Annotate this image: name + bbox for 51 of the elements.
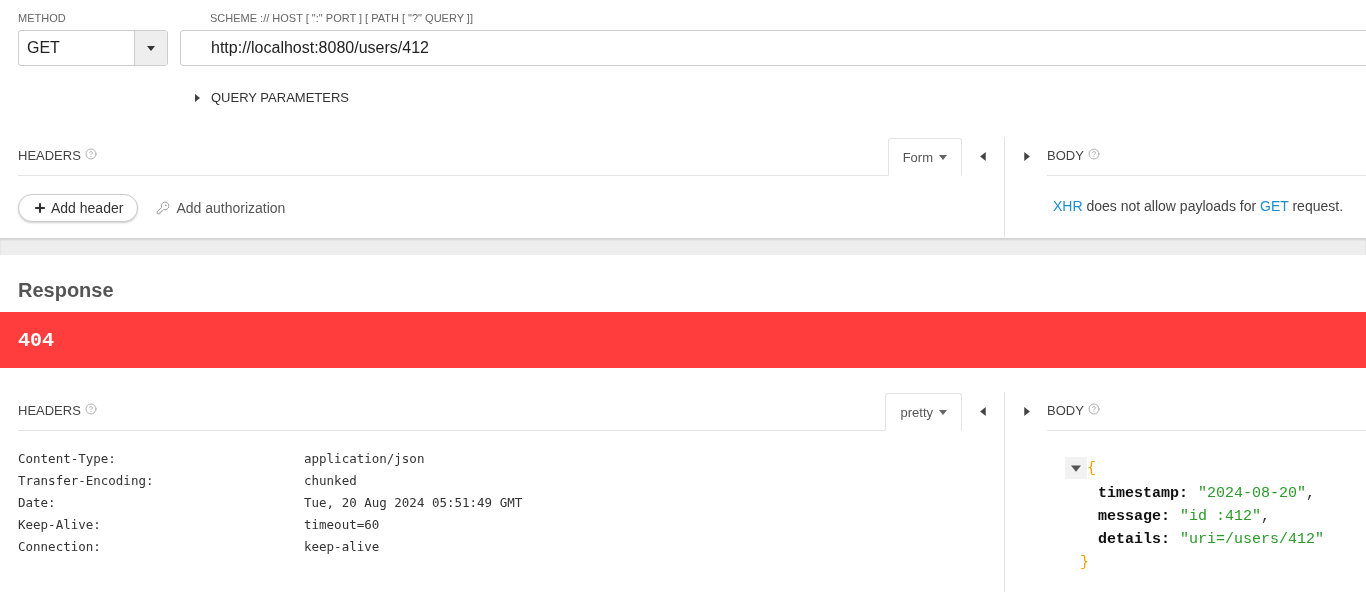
header-name: Keep-Alive:: [18, 517, 102, 532]
help-icon: [1087, 148, 1100, 160]
json-key: timestamp:: [1098, 485, 1188, 502]
help-icon: [84, 403, 97, 415]
header-value: timeout=60: [304, 517, 381, 532]
comma: ,: [1261, 508, 1271, 525]
caret-icon: [939, 153, 947, 161]
method-select[interactable]: GET: [18, 30, 168, 66]
url-label: SCHEME :// HOST [ ":" PORT ] [ PATH [ "?" QUERY ]]: [210, 12, 474, 24]
caret-icon: [1071, 463, 1081, 473]
collapse-toggle[interactable]: [1065, 457, 1087, 479]
comma: ,: [1306, 485, 1316, 502]
left-arrow-icon: [978, 406, 988, 416]
header-value: chunked: [304, 473, 358, 488]
close-brace: }: [1080, 554, 1089, 571]
header-value: Tue, 20 Aug 2024 05:51:49 GMT: [304, 495, 524, 510]
left-arrow-icon: [978, 151, 988, 161]
json-value: "uri=/users/412": [1180, 531, 1325, 548]
caret-icon: [147, 44, 155, 52]
status-code: 404: [18, 328, 54, 352]
body-title: BODY: [1047, 403, 1084, 418]
help-icon: [1087, 403, 1100, 415]
header-value: application/json: [304, 451, 426, 466]
help-icon: [84, 148, 97, 160]
query-parameters-toggle[interactable]: QUERY PARAMETERS: [193, 90, 349, 105]
open-brace: {: [1087, 459, 1096, 477]
header-name: Transfer-Encoding:: [18, 473, 155, 488]
headers-title: HEADERS: [18, 403, 81, 418]
body-title: BODY: [1047, 148, 1084, 163]
body-message: XHR does not allow payloads for GET request.: [1053, 198, 1345, 214]
headers-title: HEADERS: [18, 148, 81, 163]
header-value: keep-alive: [304, 539, 381, 554]
right-arrow-icon: [1021, 406, 1031, 416]
plus-icon: [33, 201, 47, 215]
right-arrow-icon: [1021, 151, 1031, 161]
add-header-button[interactable]: Add header: [18, 194, 139, 222]
key-icon: [156, 201, 171, 215]
json-value: "id :412": [1180, 508, 1262, 525]
method-label: METHOD: [18, 12, 67, 24]
json-key: details:: [1098, 531, 1170, 548]
pretty-tab[interactable]: pretty: [885, 393, 962, 431]
caret-icon: [939, 408, 947, 416]
header-name: Connection:: [18, 539, 102, 554]
header-name: Content-Type:: [18, 451, 117, 466]
form-tab[interactable]: Form: [887, 138, 962, 176]
response-title: Response: [18, 279, 115, 302]
header-name: Date:: [18, 495, 57, 510]
json-value: "2024-08-20": [1198, 485, 1307, 502]
json-key: message:: [1098, 508, 1170, 525]
url-field[interactable]: http://localhost:8080/users/412: [180, 30, 1366, 66]
add-authorization-link[interactable]: Add authorization: [156, 200, 286, 216]
